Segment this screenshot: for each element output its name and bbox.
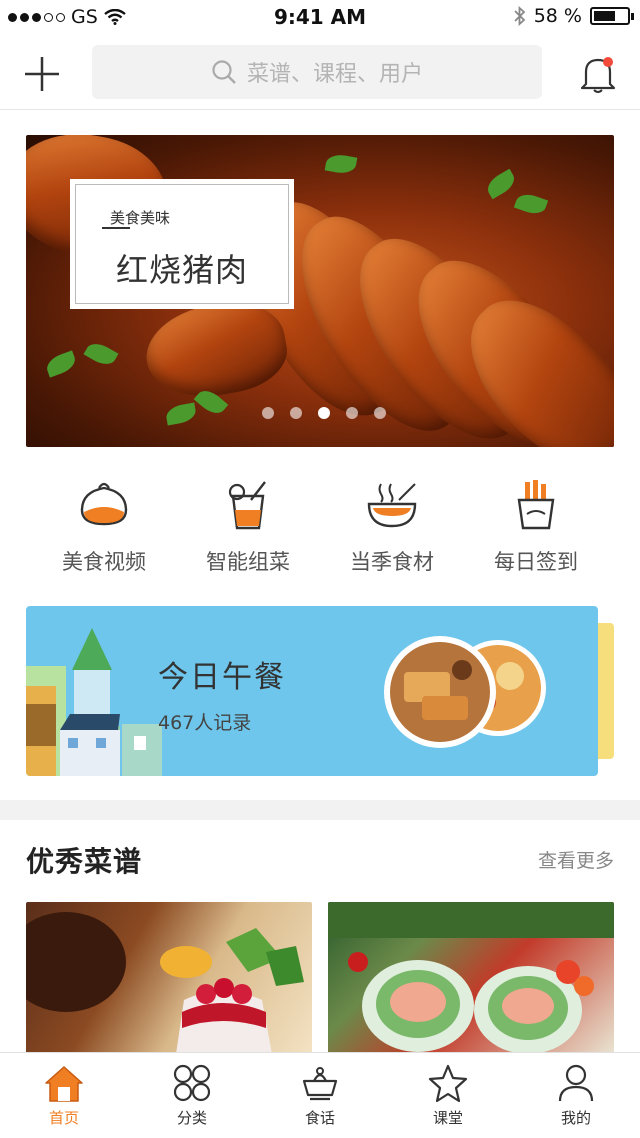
carousel-dot-active[interactable] xyxy=(318,407,330,419)
recipe-image-dessert xyxy=(26,912,304,1054)
category-seasonal[interactable]: 当季食材 xyxy=(320,478,464,588)
tab-category[interactable]: 分类 xyxy=(128,1053,256,1138)
town-illustration xyxy=(26,628,162,776)
bun-icon xyxy=(80,482,128,526)
add-button[interactable] xyxy=(22,54,62,94)
bluetooth-icon xyxy=(514,6,526,26)
view-more-link[interactable]: 查看更多 xyxy=(538,846,614,873)
bottom-tab-bar: 首页 分类 食话 课堂 我的 xyxy=(0,1052,640,1138)
recipe-card[interactable] xyxy=(26,902,312,1054)
user-icon xyxy=(558,1064,594,1102)
star-icon xyxy=(428,1064,468,1103)
lunch-card-stack-edge xyxy=(598,623,614,759)
search-placeholder: 菜谱、课程、用户 xyxy=(246,62,423,87)
category-smart-combo[interactable]: 智能组菜 xyxy=(176,478,320,588)
battery-icon xyxy=(590,7,634,25)
tab-food-talk[interactable]: 食话 xyxy=(256,1053,384,1138)
tab-home[interactable]: 首页 xyxy=(0,1053,128,1138)
battery-percent: 58 % xyxy=(533,5,582,27)
tab-label: 分类 xyxy=(176,1109,207,1127)
section-divider xyxy=(0,800,640,820)
tab-label: 食话 xyxy=(304,1109,335,1127)
plus-icon xyxy=(25,57,59,91)
category-icon xyxy=(173,1064,211,1102)
today-lunch-card[interactable]: 今日午餐 467人记录 xyxy=(26,606,598,776)
status-bar: GS 9:41 AM 58 % xyxy=(0,0,640,34)
carousel-dot[interactable] xyxy=(262,407,274,419)
recipe-image-rolls xyxy=(328,902,614,1054)
banner-title: 红烧猪肉 xyxy=(115,251,248,289)
category-shortcuts: 美食视频 智能组菜 当季食材 每日签到 xyxy=(32,478,608,588)
drink-icon xyxy=(228,481,266,530)
noodle-bowl-icon xyxy=(367,483,417,528)
status-right: 58 % xyxy=(514,5,634,27)
top-header: 菜谱、课程、用户 xyxy=(0,34,640,110)
search-input[interactable]: 菜谱、课程、用户 xyxy=(92,45,542,99)
carousel-dot[interactable] xyxy=(374,407,386,419)
recipes-section-title: 优秀菜谱 xyxy=(26,845,143,878)
tab-classroom[interactable]: 课堂 xyxy=(384,1053,512,1138)
carousel-dots xyxy=(262,407,386,419)
notification-button[interactable] xyxy=(578,52,618,94)
lunch-title: 今日午餐 xyxy=(158,660,286,695)
category-label: 每日签到 xyxy=(494,550,578,574)
fries-icon xyxy=(517,480,555,530)
home-icon xyxy=(45,1066,83,1102)
carousel-dot[interactable] xyxy=(290,407,302,419)
tab-label: 首页 xyxy=(48,1109,79,1127)
tab-label: 课堂 xyxy=(432,1109,463,1127)
banner-tag-underline xyxy=(102,227,130,229)
search-icon xyxy=(212,60,236,84)
category-label: 美食视频 xyxy=(62,550,146,574)
bell-icon xyxy=(580,57,616,93)
category-label: 智能组菜 xyxy=(206,550,290,574)
category-label: 当季食材 xyxy=(350,550,434,574)
tab-label: 我的 xyxy=(560,1109,591,1127)
category-food-video[interactable]: 美食视频 xyxy=(32,478,176,588)
banner-caption-card: 美食美味 红烧猪肉 xyxy=(70,179,294,309)
chat-pot-icon xyxy=(302,1067,338,1101)
hero-banner[interactable]: 美食美味 红烧猪肉 xyxy=(26,135,614,447)
tab-mine[interactable]: 我的 xyxy=(512,1053,640,1138)
lunch-record-count: 467人记录 xyxy=(158,712,252,734)
recipe-card[interactable] xyxy=(328,902,614,1054)
banner-tag: 美食美味 xyxy=(110,209,171,227)
lunch-food-plates xyxy=(384,636,546,748)
carousel-dot[interactable] xyxy=(346,407,358,419)
category-daily-checkin[interactable]: 每日签到 xyxy=(464,478,608,588)
